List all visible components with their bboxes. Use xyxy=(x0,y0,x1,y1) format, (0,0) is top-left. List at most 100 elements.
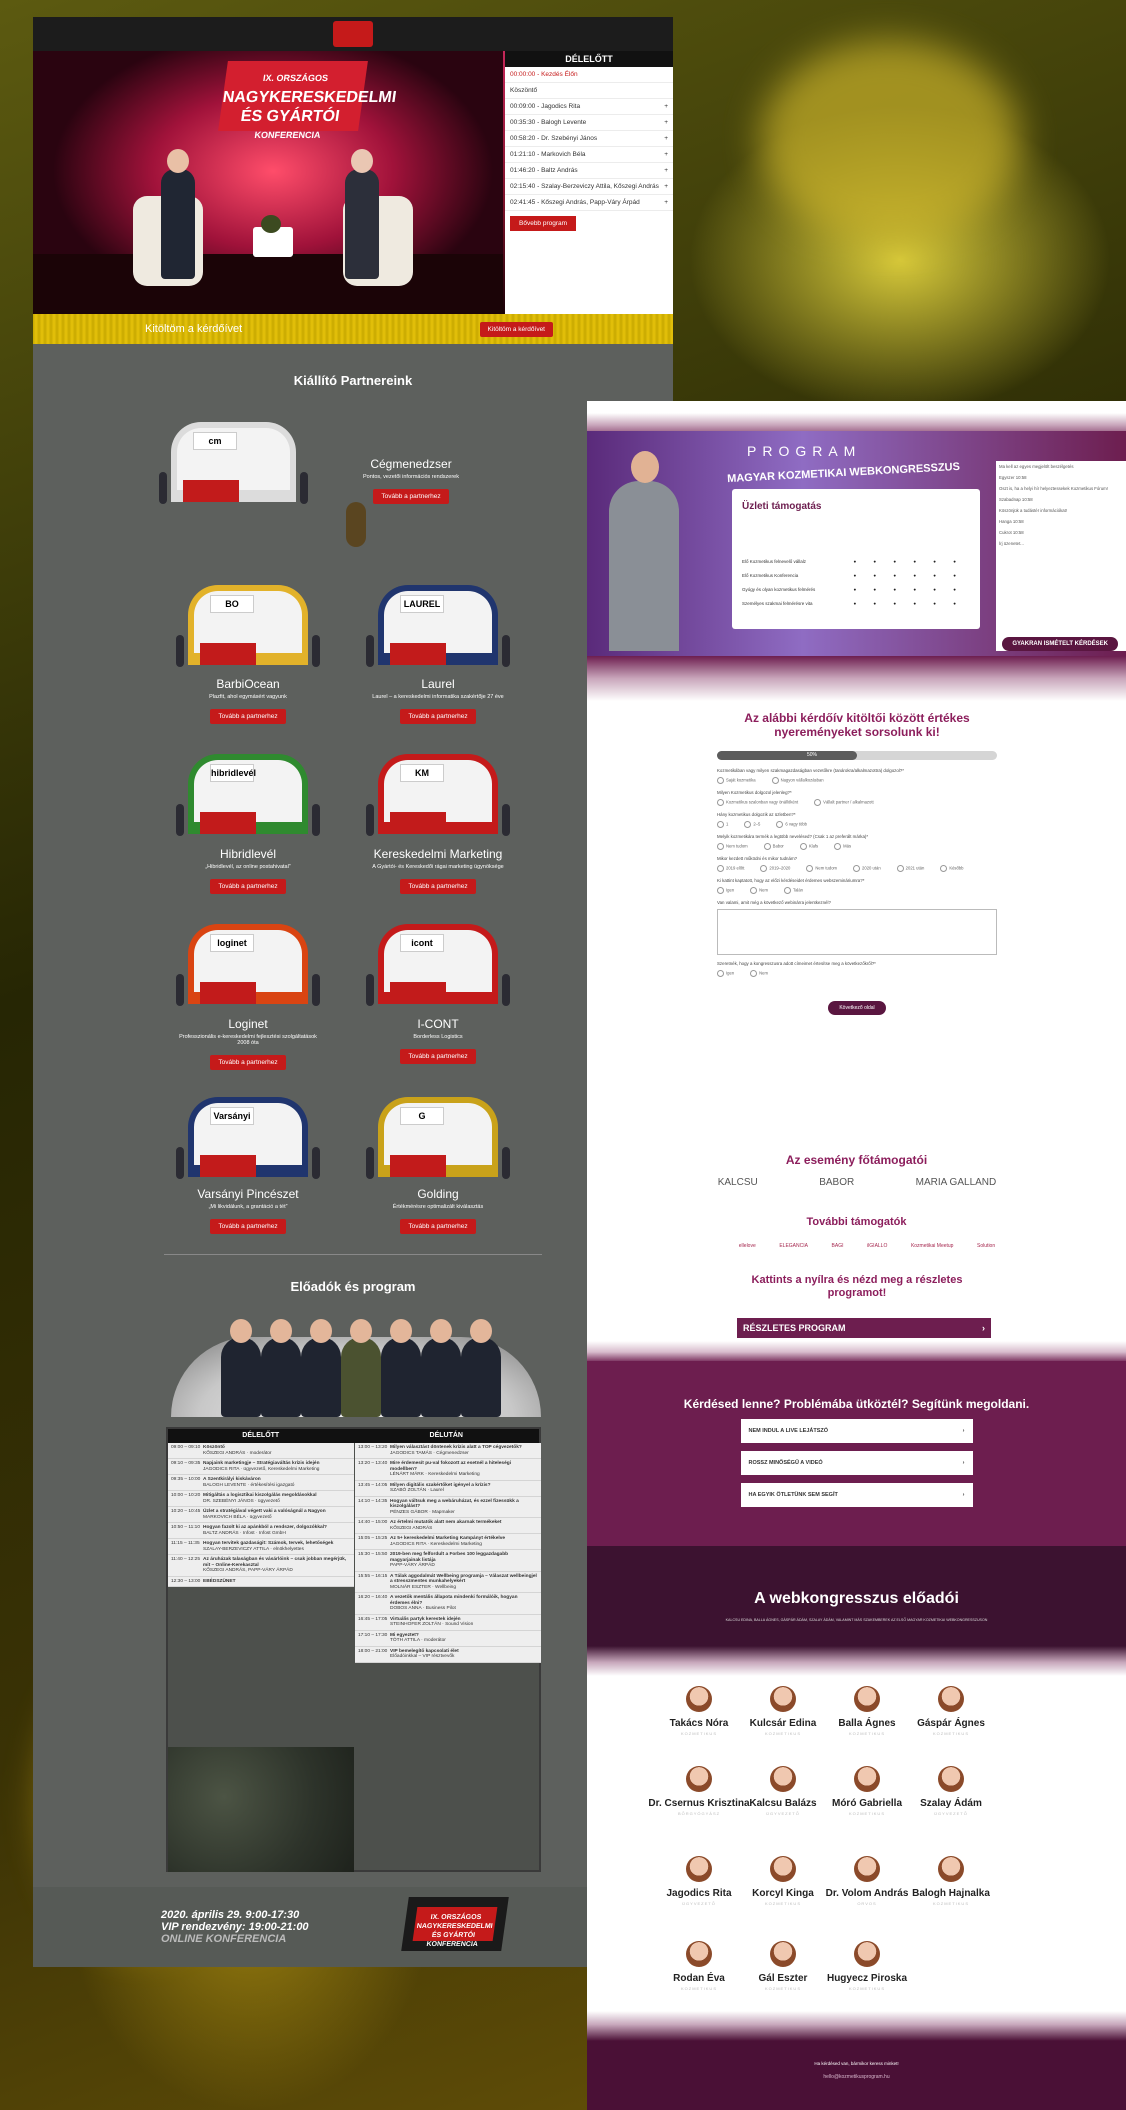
exhibitor-booth[interactable]: Varsányi xyxy=(188,1097,308,1177)
sponsor-logo[interactable]: Kozmetikai Meetup xyxy=(911,1243,954,1249)
speaker-card[interactable]: Hugyecz Piroska KOZMETIKUS xyxy=(812,1941,922,1991)
sponsor-logo[interactable]: MARIA GALLAND xyxy=(916,1177,997,1188)
agenda-item[interactable]: 00:09:00 - Jagodics Rita + xyxy=(505,99,673,115)
exhibitor-booth[interactable]: LAUREL xyxy=(378,585,498,665)
faq-option-button[interactable]: HA EGYIK ÖTLETÜNK SEM SEGÍT › xyxy=(740,1483,973,1507)
faq-button[interactable]: GYAKRAN ISMÉTELT KÉRDÉSEK xyxy=(1002,637,1118,651)
chat-message: Szabadnap 10:58 xyxy=(999,497,1033,502)
conference-logo[interactable] xyxy=(333,21,373,47)
radio-option[interactable]: Később xyxy=(940,865,963,872)
radio-option[interactable]: Más xyxy=(834,843,851,850)
avatar xyxy=(686,1686,712,1712)
faq-option-button[interactable]: ROSSZ MINŐSÉGŰ A VIDEÓ › xyxy=(740,1451,973,1475)
radio-option[interactable]: 2021 után xyxy=(897,865,925,872)
partner-button[interactable]: Tovább a partnerhez xyxy=(210,709,286,724)
exhibitor-info: Varsányi Pincészet „Mi likvidálunk, a gra… xyxy=(173,1187,323,1234)
radio-option[interactable]: Nem tudom xyxy=(806,865,837,872)
next-page-button[interactable]: Következő oldal xyxy=(828,1001,886,1015)
sponsor-logo[interactable]: BAGI xyxy=(832,1243,844,1249)
sponsor-logo[interactable]: Solution xyxy=(977,1243,995,1249)
radio-option[interactable]: Saját kozmetika xyxy=(717,777,756,784)
radio-option[interactable]: Babor xyxy=(764,843,784,850)
exhibitor-name: Kereskedelmi Marketing xyxy=(373,847,503,861)
sponsor-logo[interactable]: ilGIALLO xyxy=(867,1243,887,1249)
survey-button[interactable]: Kitöltöm a kérdőívet xyxy=(479,321,553,337)
partner-button[interactable]: Tovább a partnerhez xyxy=(400,879,476,894)
agenda-item[interactable]: 02:41:45 - Kőszegi András, Papp-Váry Árp… xyxy=(505,195,673,211)
exhibitor-booth[interactable]: cm xyxy=(171,422,296,502)
radio-option[interactable]: Vállalt partner / alkalmazott xyxy=(814,799,874,806)
video-player[interactable]: IX. ORSZÁGOS NAGYKERESKEDELMI ÉS GYÁRTÓI KO… xyxy=(33,51,503,314)
faq-option-button[interactable]: NEM INDUL A LIVE LEJÁTSZÓ › xyxy=(740,1419,973,1443)
agenda-item[interactable]: 00:00:00 - Kezdés Élőn xyxy=(505,67,673,83)
partner-button[interactable]: Tovább a partnerhez xyxy=(210,1219,286,1234)
exhibitor-name: Laurel xyxy=(421,677,455,691)
radio-option[interactable]: Igen xyxy=(717,970,734,977)
top-bar xyxy=(33,17,673,51)
radio-option[interactable]: Nem xyxy=(750,970,768,977)
program-row: 10:50 – 11:10 Hogyan fazolt ki az apánkbó… xyxy=(168,1523,354,1539)
radio-option[interactable]: Nem xyxy=(750,887,768,894)
agenda-item[interactable]: 01:46:20 - Baltz András + xyxy=(505,163,673,179)
radio-option[interactable]: Igen xyxy=(717,887,734,894)
exhibitor-booth[interactable]: G xyxy=(378,1097,498,1177)
partner-button[interactable]: Tovább a partnerhez xyxy=(400,1049,476,1064)
person-figure xyxy=(176,1147,184,1179)
help-title: Kérdésed lenne? Problémába ütköztél? Seg… xyxy=(683,1397,1030,1411)
agenda-item[interactable]: 00:35:30 - Balogh Levente + xyxy=(505,115,673,131)
radio-option[interactable]: Kozmetikus szalonban vagy önállóként xyxy=(717,799,798,806)
partner-button[interactable]: Tovább a partnerhez xyxy=(400,1219,476,1234)
partner-button[interactable]: Tovább a partnerhez xyxy=(373,489,449,504)
presenter-figure xyxy=(609,451,679,651)
sponsor-logo[interactable]: ellelove xyxy=(739,1243,756,1249)
answer-textarea[interactable] xyxy=(717,909,997,955)
exhibitor-name: Hibridlevél xyxy=(219,847,277,861)
detailed-program-button[interactable]: RÉSZLETES PROGRAM › xyxy=(737,1318,991,1338)
radio-option[interactable]: Nagyon vállalkozásban xyxy=(772,777,824,784)
speaker-name: Balogh Hajnalka xyxy=(912,1888,990,1899)
radio-option[interactable]: 6 vagy több xyxy=(776,821,807,828)
chat-input[interactable]: Írj üzenetet... xyxy=(999,541,1123,546)
speaker-figure xyxy=(345,149,379,279)
avatar xyxy=(686,1941,712,1967)
exhibitor-booth[interactable]: loginet xyxy=(188,924,308,1004)
speaker-card[interactable]: Szalay Ádám ÜGYVEZETŐ xyxy=(896,1766,1006,1816)
radio-option[interactable]: 2019–2020 xyxy=(760,865,790,872)
program-row: 09:10 – 09:35 Napjaink marketingje – Stra… xyxy=(168,1459,354,1475)
agenda-item[interactable]: 02:15:40 - Szalay-Berzeviczy Attila, Kős… xyxy=(505,179,673,195)
radio-option[interactable]: Talán xyxy=(784,887,803,894)
radio-option[interactable]: 2019 előtt xyxy=(717,865,744,872)
plus-icon: + xyxy=(664,135,668,142)
partner-button[interactable]: Tovább a partnerhez xyxy=(210,879,286,894)
more-program-button[interactable]: Bővebb program xyxy=(510,216,577,231)
agenda-item[interactable]: Köszöntő xyxy=(505,83,673,99)
chat-message: Egyszer 10:58 xyxy=(999,475,1027,480)
radio-option[interactable]: 2–5 xyxy=(744,821,760,828)
sponsor-logo[interactable]: KALCSU xyxy=(718,1177,758,1188)
speaker-card[interactable]: Balogh Hajnalka KOZMETIKUS xyxy=(896,1856,1006,1906)
radio-option[interactable]: Klafs xyxy=(800,843,818,850)
program-row: 09:35 – 10:00 A Szentkirályi kiskáváron BA… xyxy=(168,1475,354,1491)
speaker-card[interactable]: Gáspár Ágnes KOZMETIKUS xyxy=(896,1686,1006,1736)
exhibitor-booth[interactable]: hibridlevél xyxy=(188,754,308,834)
exhibitor-booth[interactable]: BO xyxy=(188,585,308,665)
exhibitor-booth[interactable]: KM xyxy=(378,754,498,834)
survey-question: Kozmetikában vagy milyen szakmagazdaságb… xyxy=(717,768,904,773)
exhibitor-name: Cégmenedzser xyxy=(370,457,452,471)
partner-button[interactable]: Tovább a partnerhez xyxy=(210,1055,286,1070)
radio-option[interactable]: Nem tudom xyxy=(717,843,748,850)
survey-form: Az alábbi kérdőív kitöltői között értéke… xyxy=(717,711,997,1015)
footer-email[interactable]: hello@kozmetikusprogram.hu xyxy=(587,2074,1126,2080)
radio-option[interactable]: 2020 után xyxy=(853,865,881,872)
agenda-item[interactable]: 00:58:20 - Dr. Szebényi János + xyxy=(505,131,673,147)
program-row: 10:00 – 10:20 Mitigáltás a logisztikai ki… xyxy=(168,1491,354,1507)
sponsor-logo[interactable]: ELEGANCIA xyxy=(779,1243,808,1249)
avatar xyxy=(938,1686,964,1712)
partner-button[interactable]: Tovább a partnerhez xyxy=(400,709,476,724)
radio-option[interactable]: 1 xyxy=(717,821,728,828)
program-pm-header: DÉLUTÁN xyxy=(429,1432,463,1439)
agenda-item[interactable]: 01:21:10 - Markovich Béla + xyxy=(505,147,673,163)
program-row: 16:45 – 17:05 Virtuális partyk kerestek i… xyxy=(355,1614,541,1631)
sponsor-logo[interactable]: BABOR xyxy=(819,1177,854,1188)
exhibitor-booth[interactable]: icont xyxy=(378,924,498,1004)
